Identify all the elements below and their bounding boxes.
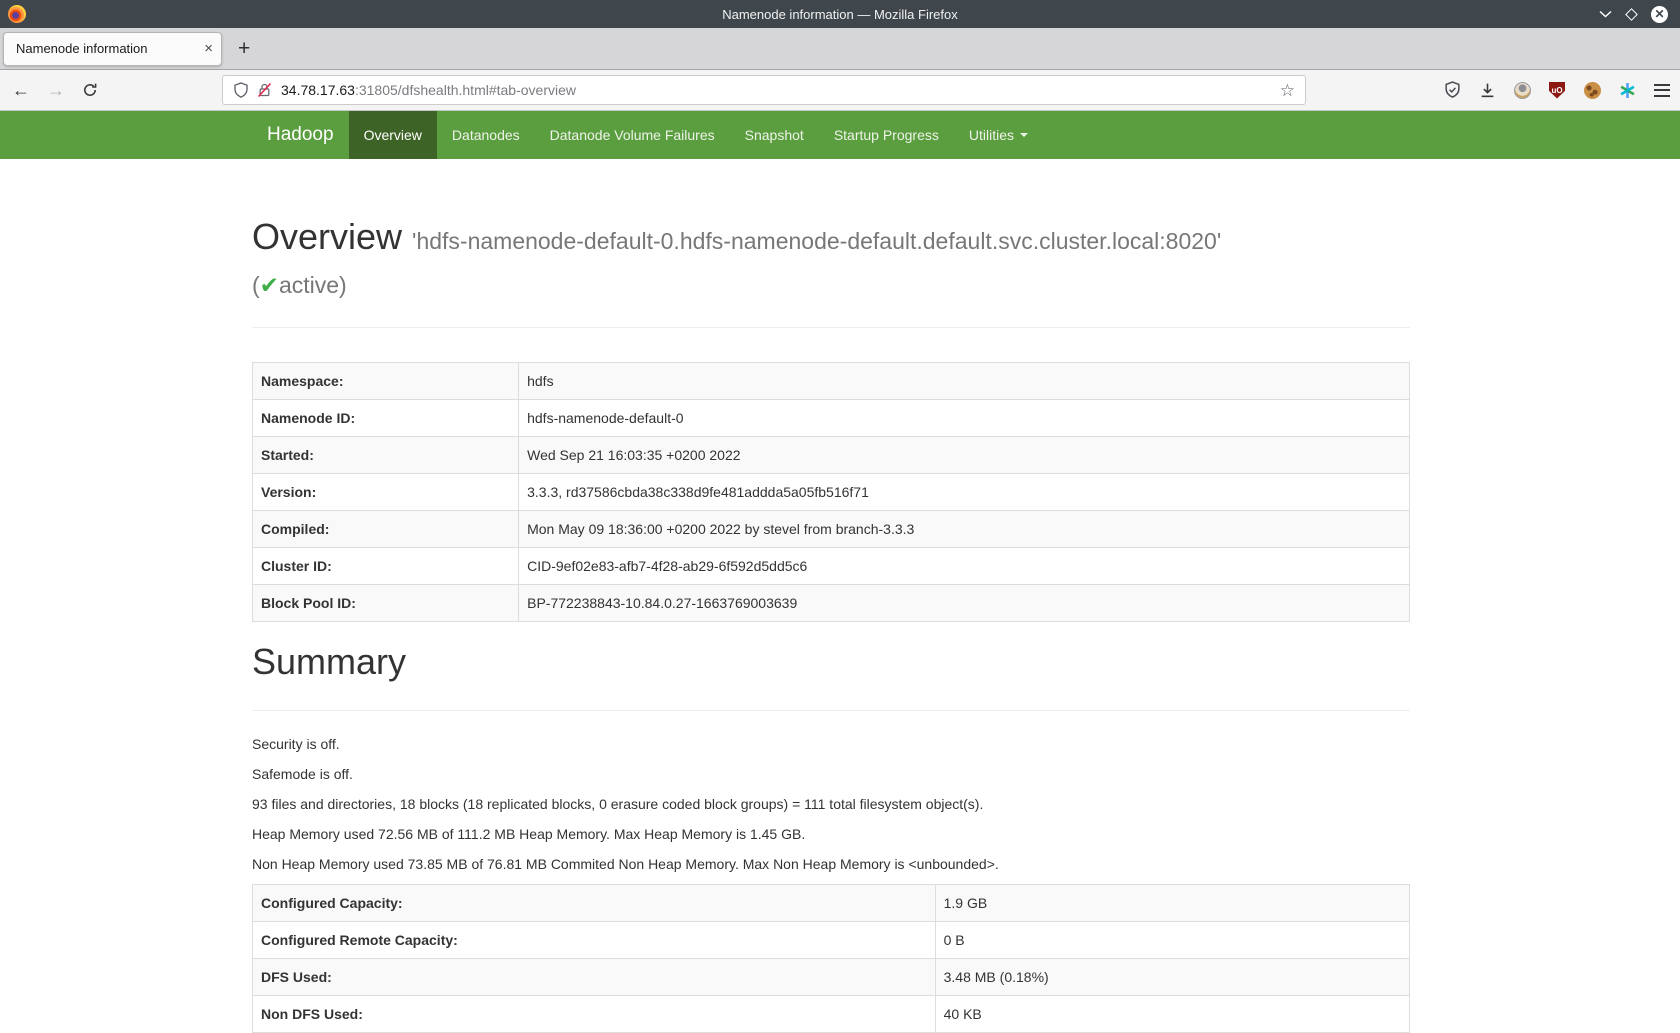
namenode-info-row: Namenode ID:hdfs-namenode-default-0 <box>253 400 1410 437</box>
namenode-info-row: Cluster ID:CID-9ef02e83-afb7-4f28-ab29-6… <box>253 548 1410 585</box>
summary-paragraph: Heap Memory used 72.56 MB of 111.2 MB He… <box>252 824 1410 844</box>
caret-down-icon <box>1020 133 1028 137</box>
row-label: Started: <box>253 437 519 474</box>
namenode-info-row: Block Pool ID:BP-772238843-10.84.0.27-16… <box>253 585 1410 622</box>
forward-button[interactable]: → <box>47 81 65 99</box>
summary-text-block: Security is off. Safemode is off. 93 files… <box>252 734 1410 874</box>
row-label: Namespace: <box>253 363 519 400</box>
row-value: 40 KB <box>935 996 1409 1033</box>
row-value: CID-9ef02e83-afb7-4f28-ab29-6f592d5dd5c6 <box>519 548 1410 585</box>
overview-title: Overview <box>252 216 402 257</box>
summary-paragraph: Security is off. <box>252 734 1410 754</box>
navbar-brand-hadoop[interactable]: Hadoop <box>252 111 349 159</box>
row-value: 0 B <box>935 922 1409 959</box>
browser-tab[interactable]: Namenode information × <box>3 32 222 66</box>
summary-divider <box>252 710 1410 711</box>
url-path: :31805/dfshealth.html#tab-overview <box>355 82 576 98</box>
tab-strip: Namenode information × + <box>0 28 1680 70</box>
row-label: Cluster ID: <box>253 548 519 585</box>
capacity-row: Non DFS Used:40 KB <box>253 996 1410 1033</box>
overview-divider <box>252 327 1410 328</box>
hadoop-navbar: Hadoop OverviewDatanodesDatanode Volume … <box>0 111 1680 159</box>
colorful-asterisk-extension-icon[interactable] <box>1617 80 1637 100</box>
page-content: Overview 'hdfs-namenode-default-0.hdfs-n… <box>0 159 1410 1033</box>
capacity-row: Configured Capacity:1.9 GB <box>253 885 1410 922</box>
row-value: 3.48 MB (0.18%) <box>935 959 1409 996</box>
row-value: hdfs-namenode-default-0 <box>519 400 1410 437</box>
row-label: Namenode ID: <box>253 400 519 437</box>
summary-paragraph: 93 files and directories, 18 blocks (18 … <box>252 794 1410 814</box>
row-label: Configured Capacity: <box>253 885 936 922</box>
row-value: BP-772238843-10.84.0.27-1663769003639 <box>519 585 1410 622</box>
row-label: Block Pool ID: <box>253 585 519 622</box>
row-value: Wed Sep 21 16:03:35 +0200 2022 <box>519 437 1410 474</box>
summary-heading: Summary <box>252 642 1410 682</box>
overview-heading: Overview 'hdfs-namenode-default-0.hdfs-n… <box>252 217 1410 305</box>
navbar-item-overview[interactable]: Overview <box>349 111 437 159</box>
namenode-info-table: Namespace:hdfsNamenode ID:hdfs-namenode-… <box>252 362 1410 622</box>
capacity-row: DFS Used:3.48 MB (0.18%) <box>253 959 1410 996</box>
row-value: 3.3.3, rd37586cbda38c338d9fe481addda5a05… <box>519 474 1410 511</box>
capacity-summary-table: Configured Capacity:1.9 GBConfigured Rem… <box>252 884 1410 1033</box>
window-title: Namenode information — Mozilla Firefox <box>0 7 1680 22</box>
active-check-icon: ✔ <box>260 272 279 298</box>
navbar-item-datanode-volume-failures[interactable]: Datanode Volume Failures <box>535 111 730 159</box>
namenode-status: (✔active) <box>252 272 347 298</box>
window-close-button[interactable]: ✕ <box>1651 6 1668 23</box>
row-label: Version: <box>253 474 519 511</box>
row-label: Compiled: <box>253 511 519 548</box>
navbar-item-snapshot[interactable]: Snapshot <box>730 111 819 159</box>
new-tab-button[interactable]: + <box>238 38 250 59</box>
url-host: 34.78.17.63 <box>281 82 355 98</box>
window-titlebar: Namenode information — Mozilla Firefox ✕ <box>0 0 1680 28</box>
row-value: hdfs <box>519 363 1410 400</box>
menu-hamburger-icon[interactable] <box>1652 80 1672 100</box>
tab-title: Namenode information <box>16 41 198 56</box>
row-value: Mon May 09 18:36:00 +0200 2022 by stevel… <box>519 511 1410 548</box>
navbar-item-startup-progress[interactable]: Startup Progress <box>819 111 954 159</box>
reload-button[interactable] <box>82 82 98 98</box>
namenode-info-row: Started:Wed Sep 21 16:03:35 +0200 2022 <box>253 437 1410 474</box>
cookie-extension-icon[interactable] <box>1582 80 1602 100</box>
protections-shield-check-icon[interactable] <box>1442 80 1462 100</box>
extension-avatar-icon[interactable] <box>1512 80 1532 100</box>
tab-close-icon[interactable]: × <box>204 41 213 56</box>
overview-subtitle: 'hdfs-namenode-default-0.hdfs-namenode-d… <box>412 228 1221 254</box>
row-label: DFS Used: <box>253 959 936 996</box>
insecure-lock-icon[interactable] <box>257 82 272 98</box>
browser-toolbar: ← → 34.78.17.63:31805/dfshealth.html#tab… <box>0 70 1680 111</box>
row-value: 1.9 GB <box>935 885 1409 922</box>
navbar-item-datanodes[interactable]: Datanodes <box>437 111 535 159</box>
namenode-info-row: Namespace:hdfs <box>253 363 1410 400</box>
back-button[interactable]: ← <box>12 81 30 99</box>
downloads-icon[interactable] <box>1477 80 1497 100</box>
namenode-info-row: Compiled:Mon May 09 18:36:00 +0200 2022 … <box>253 511 1410 548</box>
tracking-shield-icon[interactable] <box>233 82 249 99</box>
capacity-row: Configured Remote Capacity:0 B <box>253 922 1410 959</box>
row-label: Configured Remote Capacity: <box>253 922 936 959</box>
window-minimize-button[interactable] <box>1599 10 1612 18</box>
summary-paragraph: Safemode is off. <box>252 764 1410 784</box>
window-maximize-button[interactable] <box>1625 8 1638 21</box>
bookmark-star-icon[interactable]: ☆ <box>1280 82 1295 99</box>
navbar-item-utilities[interactable]: Utilities <box>954 111 1043 159</box>
summary-paragraph: Non Heap Memory used 73.85 MB of 76.81 M… <box>252 854 1410 874</box>
namenode-info-row: Version:3.3.3, rd37586cbda38c338d9fe481a… <box>253 474 1410 511</box>
ublock-origin-icon[interactable]: uO <box>1547 80 1567 100</box>
firefox-logo-icon <box>8 5 26 23</box>
url-text: 34.78.17.63:31805/dfshealth.html#tab-ove… <box>281 82 576 98</box>
row-label: Non DFS Used: <box>253 996 936 1033</box>
url-bar[interactable]: 34.78.17.63:31805/dfshealth.html#tab-ove… <box>222 75 1306 105</box>
